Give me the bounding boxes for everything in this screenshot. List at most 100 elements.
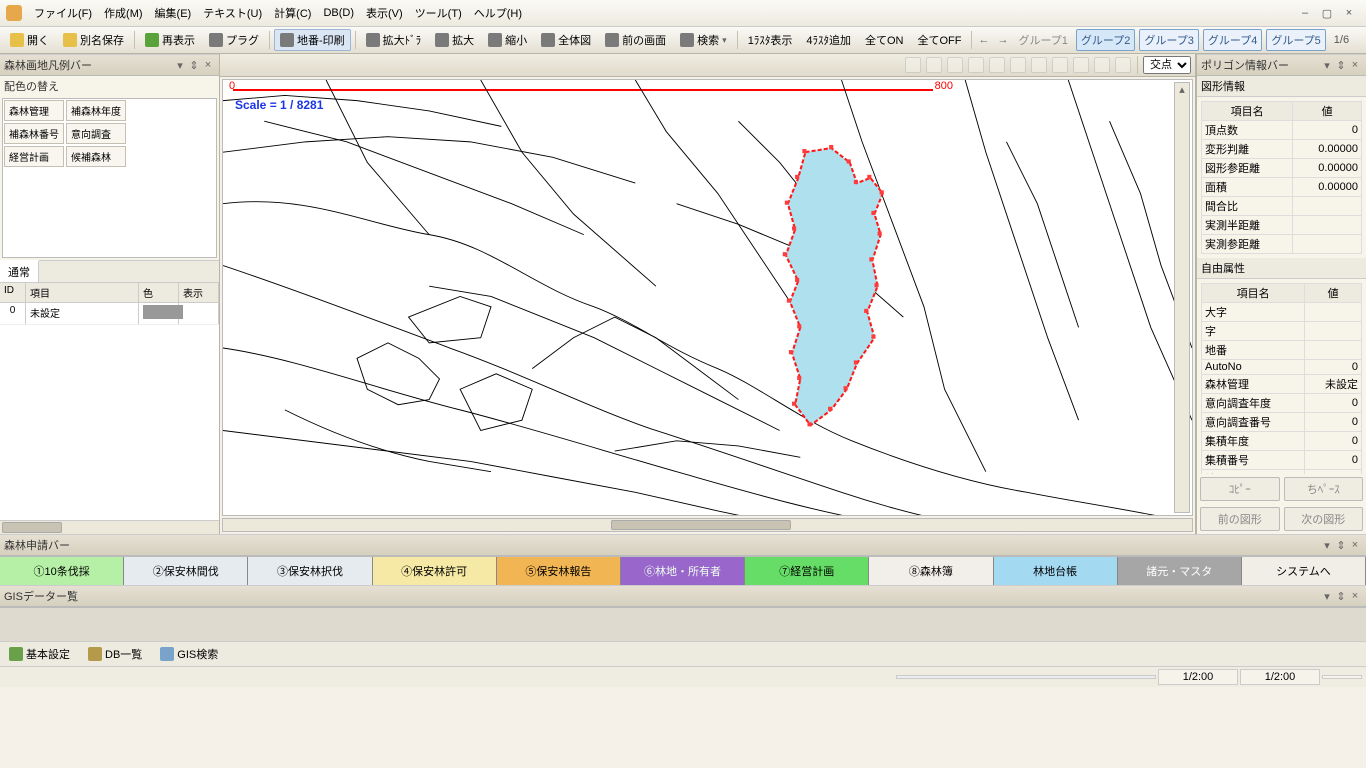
tool-icon[interactable] (1094, 57, 1110, 73)
zoom-drag-button[interactable]: 拡大ﾄﾞﾗ (360, 29, 428, 51)
full-extent-button[interactable]: 全体図 (535, 29, 597, 51)
basic-settings-tab[interactable]: 基本設定 (4, 644, 75, 664)
menu-text[interactable]: テキスト(U) (197, 3, 268, 23)
tool-icon[interactable] (1031, 57, 1047, 73)
grid-hdr-item[interactable]: 項目 (26, 283, 139, 302)
layer-cell[interactable]: 補森林番号 (4, 123, 64, 144)
raster1-button[interactable]: 1ﾗｽﾀ表示 (742, 29, 799, 51)
menu-make[interactable]: 作成(M) (98, 3, 149, 23)
zoom-out-button[interactable]: 縮小 (482, 29, 533, 51)
db-list-tab[interactable]: DB一覧 (83, 644, 147, 664)
wtab-1[interactable]: ①10条伐採 (0, 557, 124, 585)
panel-pin-icon[interactable]: ⇕ (187, 59, 201, 72)
left-tab-normal[interactable]: 通常 (0, 260, 39, 282)
gis-search-tab[interactable]: GIS検索 (155, 644, 223, 664)
window-restore-button[interactable]: ▢ (1316, 6, 1338, 21)
grid-hdr-color[interactable]: 色 (139, 283, 179, 302)
paste-button[interactable]: ちﾍﾟｰｽ (1284, 477, 1364, 501)
panel-dropdown-icon[interactable]: ▾ (1320, 59, 1334, 72)
panel-pin-icon[interactable]: ⇕ (1334, 59, 1348, 72)
wtab-5[interactable]: ⑤保安林報告 (497, 557, 621, 585)
panel-close-icon[interactable]: × (201, 59, 215, 71)
grid-cell-name: 未設定 (26, 303, 139, 324)
plugin-button[interactable]: プラグ (203, 29, 265, 51)
wtab-8[interactable]: ⑧森林簿 (869, 557, 993, 585)
tool-icon[interactable] (1010, 57, 1026, 73)
open-icon (10, 33, 24, 47)
menu-db[interactable]: DB(D) (317, 5, 360, 21)
menu-edit[interactable]: 編集(E) (149, 3, 198, 23)
map-vscroll[interactable]: ▴ (1174, 82, 1190, 513)
prev-view-button[interactable]: 前の画面 (599, 29, 672, 51)
panel-close-icon[interactable]: × (1348, 539, 1362, 551)
printmap-button[interactable]: 地番-印刷 (274, 29, 351, 51)
panel-close-icon[interactable]: × (1348, 590, 1362, 602)
copy-button[interactable]: ｺﾋﾟｰ (1200, 477, 1280, 501)
redraw-button[interactable]: 再表示 (139, 29, 201, 51)
layer-cell[interactable]: 候補森林 (66, 146, 126, 167)
panel-close-icon[interactable]: × (1348, 59, 1362, 71)
wtab-4[interactable]: ④保安林許可 (373, 557, 497, 585)
panel-dropdown-icon[interactable]: ▾ (1320, 539, 1334, 552)
search-button[interactable]: 検索▾ (674, 29, 733, 51)
left-panel-title: 森林画地凡例バー (4, 57, 173, 73)
saveas-button[interactable]: 別名保存 (57, 29, 130, 51)
open-button[interactable]: 開く (4, 29, 55, 51)
map-canvas[interactable]: 0 800 Scale = 1 / 8281 (222, 79, 1193, 516)
wtab-2[interactable]: ②保安林間伐 (124, 557, 248, 585)
tool-icon[interactable] (1073, 57, 1089, 73)
tool-icon[interactable] (1052, 57, 1068, 73)
window-close-button[interactable]: × (1338, 6, 1360, 20)
map-hscroll[interactable] (222, 518, 1193, 532)
tool-icon[interactable] (968, 57, 984, 73)
snap-mode-select[interactable]: 交点 (1143, 56, 1191, 74)
next-shape-button[interactable]: 次の図形 (1284, 507, 1364, 531)
tool-icon[interactable] (905, 57, 921, 73)
wtab-7[interactable]: ⑦経営計画 (745, 557, 869, 585)
group3-tab[interactable]: グループ3 (1139, 29, 1198, 51)
raster4-button[interactable]: 4ﾗｽﾀ追加 (800, 29, 857, 51)
group4-tab[interactable]: グループ4 (1203, 29, 1262, 51)
menu-view[interactable]: 表示(V) (360, 3, 409, 23)
tool-icon[interactable] (926, 57, 942, 73)
menu-file[interactable]: ファイル(F) (28, 3, 98, 23)
grid-row[interactable]: 0 未設定 (0, 303, 219, 325)
panel-dropdown-icon[interactable]: ▾ (1320, 590, 1334, 603)
zoom-in-button[interactable]: 拡大 (429, 29, 480, 51)
group5-tab[interactable]: グループ5 (1266, 29, 1325, 51)
layer-cell[interactable]: 意向調査 (66, 123, 126, 144)
layer-cell[interactable]: 森林管理 (4, 100, 64, 121)
wtab-6[interactable]: ⑥林地・所有者 (621, 557, 745, 585)
group-next-button[interactable]: → (995, 34, 1010, 46)
layer-cell[interactable]: 補森林年度 (66, 100, 126, 121)
tool-icon[interactable] (1115, 57, 1131, 73)
window-minimize-button[interactable]: – (1294, 6, 1316, 20)
group1-label[interactable]: グループ1 (1014, 30, 1071, 50)
all-off-button[interactable]: 全てOFF (911, 29, 967, 51)
tool-icon[interactable] (947, 57, 963, 73)
tool-icon[interactable] (989, 57, 1005, 73)
grid-hdr-id[interactable]: ID (0, 283, 26, 302)
menu-help[interactable]: ヘルプ(H) (468, 3, 528, 23)
scroll-thumb[interactable] (2, 522, 62, 533)
panel-pin-icon[interactable]: ⇕ (1334, 590, 1348, 603)
panel-pin-icon[interactable]: ⇕ (1334, 539, 1348, 552)
wtab-3[interactable]: ③保安林択伐 (248, 557, 372, 585)
grid-hdr-show[interactable]: 表示 (179, 283, 219, 302)
group2-tab[interactable]: グループ2 (1076, 29, 1135, 51)
all-on-button[interactable]: 全てON (859, 29, 910, 51)
left-hscroll[interactable] (0, 520, 219, 534)
menu-tool[interactable]: ツール(T) (409, 3, 468, 23)
prev-shape-button[interactable]: 前の図形 (1200, 507, 1280, 531)
scroll-thumb[interactable] (611, 520, 791, 530)
menu-calc[interactable]: 計算(C) (268, 3, 317, 23)
wtab-11[interactable]: システムへ (1242, 557, 1366, 585)
layer-cell[interactable]: 経営計画 (4, 146, 64, 167)
wtab-10[interactable]: 諸元・マスタ (1118, 557, 1242, 585)
panel-dropdown-icon[interactable]: ▾ (173, 59, 187, 72)
full-extent-icon (541, 33, 555, 47)
grid-cell-color (139, 303, 179, 324)
group-prev-button[interactable]: ← (976, 34, 991, 46)
scroll-up-icon[interactable]: ▴ (1175, 83, 1189, 96)
wtab-9[interactable]: 林地台帳 (994, 557, 1118, 585)
